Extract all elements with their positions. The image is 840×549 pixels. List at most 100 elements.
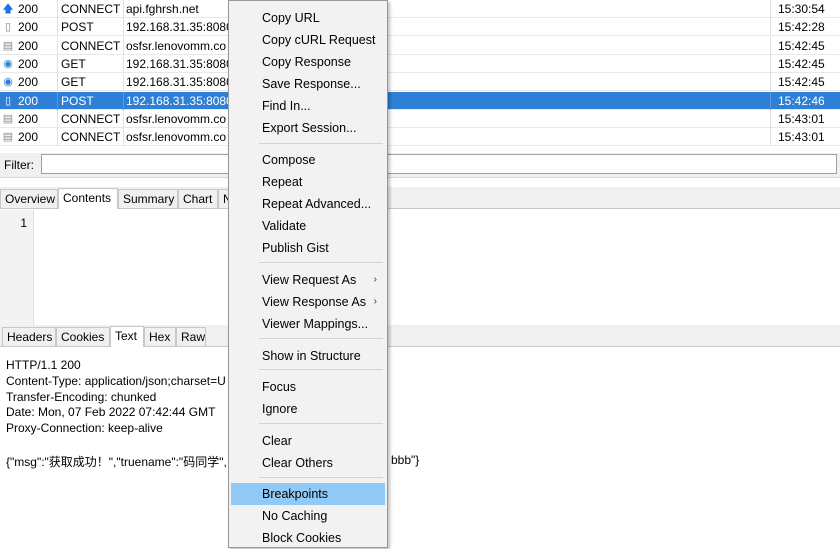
session-row[interactable]: 🡅 200 CONNECT api.fghrsh.net 15:30:54 <box>0 0 840 18</box>
menu-item-label: Copy cURL Request <box>262 33 376 47</box>
tab-text[interactable]: Text <box>110 326 144 347</box>
tab-hex[interactable]: Hex <box>144 327 176 346</box>
menu-separator <box>259 143 383 144</box>
host-cell: 192.168.31.35:8080 <box>126 75 229 90</box>
menu-item-copy-url[interactable]: Copy URL <box>231 7 385 29</box>
session-row[interactable]: ◉200GET192.168.31.35:8080ome/user/index1… <box>0 54 840 73</box>
result-cell: 200 <box>18 75 39 90</box>
menu-item-breakpoints[interactable]: Breakpoints <box>231 483 385 505</box>
column-separator <box>57 109 58 128</box>
tab-cookies[interactable]: Cookies <box>56 327 110 346</box>
time-cell: 15:42:45 <box>778 38 825 53</box>
menu-item-no-caching[interactable]: No Caching <box>231 505 385 527</box>
menu-item-label: Breakpoints <box>262 487 329 501</box>
column-separator <box>123 128 124 146</box>
protocol-cell: CONNECT <box>61 111 121 126</box>
tab-overview[interactable]: Overview <box>0 189 58 208</box>
time-cell: 15:42:45 <box>778 56 825 71</box>
menu-item-clear[interactable]: Clear <box>231 430 385 452</box>
menu-item-clear-others[interactable]: Clear Others <box>231 452 385 474</box>
menu-item-label: Validate <box>262 219 307 233</box>
context-menu: Copy URL Copy cURL Request Copy Response Sa… <box>228 0 388 548</box>
tab-headers[interactable]: Headers <box>2 327 56 346</box>
menu-item-show-in-structure[interactable]: Show in Structure <box>231 345 385 367</box>
session-list[interactable]: 🡅 200 CONNECT api.fghrsh.net 15:30:54 ▯ 200 POS… <box>0 0 840 146</box>
json-doc-icon: ▯ <box>4 21 12 34</box>
result-cell: 200 <box>18 2 39 16</box>
protocol-cell: POST <box>61 93 94 108</box>
menu-item-save-response[interactable]: Save Response... <box>231 73 385 95</box>
menu-item-block-cookies[interactable]: Block Cookies <box>231 527 385 549</box>
column-separator <box>123 109 124 128</box>
filter-bar: Filter: <box>0 153 840 178</box>
web-globe-icon: ◉ <box>3 57 13 70</box>
time-cell: 15:43:01 <box>778 111 825 126</box>
result-cell: 200 <box>18 130 39 145</box>
tab-summary[interactable]: Summary <box>118 189 178 208</box>
session-row[interactable]: ▤ 200 CONNECT osfsr.lenovomm.co 15:43:01 <box>0 128 840 146</box>
protocol-cell: CONNECT <box>61 2 121 16</box>
menu-item-compose[interactable]: Compose <box>231 149 385 171</box>
session-row[interactable]: ◉200GET192.168.31.35:8080ome/user/welcom… <box>0 73 840 92</box>
host-cell: 192.168.31.35:8080 <box>126 56 229 71</box>
response-line: HTTP/1.1 200 <box>6 358 81 372</box>
session-row[interactable]: ▤ 200 CONNECT osfsr.lenovomm.co 15:42:45 <box>0 36 840 55</box>
result-cell: 200 <box>18 111 39 126</box>
tunnel-doc-icon: ▤ <box>2 112 14 125</box>
protocol-cell: CONNECT <box>61 38 121 53</box>
menu-item-viewer-mappings[interactable]: Viewer Mappings... <box>231 313 385 335</box>
menu-item-find-in[interactable]: Find In... <box>231 95 385 117</box>
tab-contents[interactable]: Contents <box>58 188 118 209</box>
request-body-editor[interactable]: 1 <box>0 210 840 326</box>
menu-item-ignore[interactable]: Ignore <box>231 398 385 420</box>
tunnel-doc-icon: ▤ <box>2 131 14 144</box>
menu-item-label: Ignore <box>262 402 298 416</box>
session-row[interactable]: ▯200POST192.168.31.35:8080ome/user/get_c… <box>0 91 840 110</box>
response-line: Proxy-Connection: keep-alive <box>6 421 163 436</box>
column-separator <box>57 54 58 73</box>
menu-item-repeat[interactable]: Repeat <box>231 171 385 193</box>
menu-item-label: Focus <box>262 380 297 394</box>
menu-item-copy-response[interactable]: Copy Response <box>231 51 385 73</box>
response-line: Transfer-Encoding: chunked <box>6 389 157 404</box>
menu-item-label: Find In... <box>262 99 311 113</box>
column-separator <box>123 0 124 18</box>
menu-item-repeat-advanced[interactable]: Repeat Advanced... <box>231 193 385 215</box>
column-separator <box>770 128 771 146</box>
tab-raw[interactable]: Raw <box>176 327 206 346</box>
menu-item-publish-gist[interactable]: Publish Gist <box>231 237 385 259</box>
menu-item-export-session[interactable]: Export Session... <box>231 117 385 139</box>
menu-separator <box>259 369 383 370</box>
menu-item-view-request-as[interactable]: View Request As › <box>231 269 385 291</box>
response-line: Content-Type: application/json;charset=U <box>6 373 226 388</box>
result-cell: 200 <box>18 56 39 71</box>
host-cell: 192.168.31.35:8080 <box>126 93 229 108</box>
column-separator <box>123 73 124 92</box>
menu-item-view-response-as[interactable]: View Response As › <box>231 291 385 313</box>
chevron-right-icon: › <box>373 274 377 285</box>
tab-chart[interactable]: Chart <box>178 189 218 208</box>
session-row[interactable]: ▯200POST192.168.31.35:8080ome/login15:42… <box>0 18 840 37</box>
response-tabs: Headers Cookies Text Hex Raw <box>0 325 840 347</box>
column-separator <box>770 109 771 128</box>
column-separator <box>770 36 771 55</box>
column-separator <box>57 73 58 92</box>
menu-item-focus[interactable]: Focus <box>231 376 385 398</box>
column-separator <box>57 0 58 18</box>
column-separator <box>770 54 771 73</box>
filter-input[interactable] <box>41 154 837 174</box>
menu-item-label: Clear <box>262 434 292 448</box>
menu-separator <box>259 477 383 478</box>
menu-item-validate[interactable]: Validate <box>231 215 385 237</box>
session-row[interactable]: ▤ 200 CONNECT osfsr.lenovomm.co 15:43:01 <box>0 109 840 128</box>
menu-item-copy-curl-request[interactable]: Copy cURL Request <box>231 29 385 51</box>
menu-separator <box>259 423 383 424</box>
menu-separator <box>259 262 383 263</box>
menu-item-label: Repeat Advanced... <box>262 197 372 211</box>
time-cell: 15:42:28 <box>778 20 825 35</box>
protocol-cell: POST <box>61 20 94 35</box>
host-cell: osfsr.lenovomm.co <box>126 38 227 53</box>
menu-separator <box>259 338 383 339</box>
column-separator <box>123 36 124 55</box>
column-separator <box>57 128 58 146</box>
